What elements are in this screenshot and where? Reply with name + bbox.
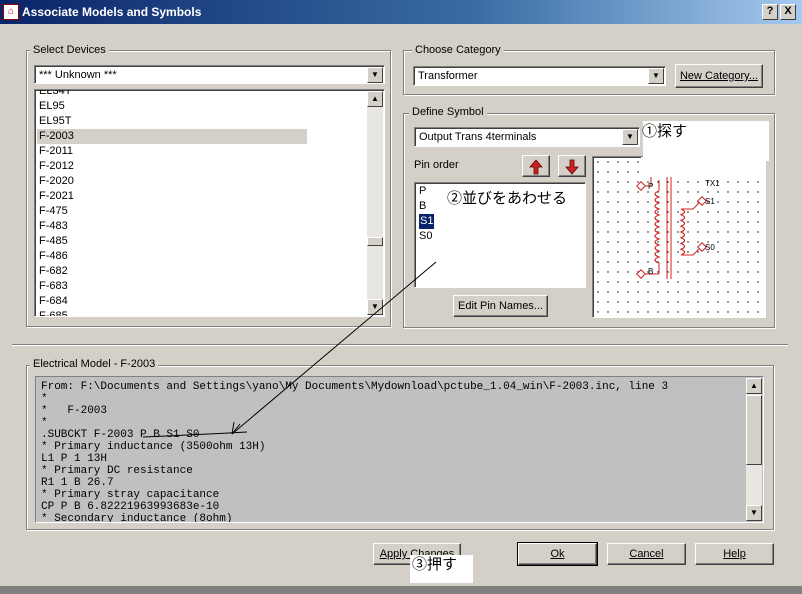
move-down-button[interactable]	[558, 155, 586, 177]
device-list-item[interactable]: F-485	[39, 234, 68, 249]
model-line: CP P B 6.82221963993683e-10	[41, 501, 220, 513]
edit-pin-names-label: Edit Pin Names...	[458, 300, 543, 312]
model-line: * Primary inductance (3500ohm 13H)	[41, 441, 266, 453]
device-list-item[interactable]: F-2011	[39, 144, 73, 159]
device-list-item[interactable]: F-685	[39, 309, 68, 316]
model-line: L1 P 1 13H	[41, 453, 108, 465]
help-title-button[interactable]: ?	[762, 4, 778, 20]
device-list-scrollbar[interactable]: ▲ ▼	[367, 91, 383, 315]
choose-category-label: Choose Category	[412, 44, 504, 57]
symbol-ref-label: TX1	[705, 179, 720, 188]
scroll-up-icon[interactable]: ▲	[746, 378, 762, 394]
symbol-preview: TX1 P B S1 S0	[592, 156, 766, 318]
device-list-item[interactable]: F-486	[39, 249, 68, 264]
model-text-area[interactable]: From: F:\Documents and Settings\yano\My …	[35, 376, 764, 523]
scroll-down-icon[interactable]: ▼	[367, 299, 383, 315]
model-line: From: F:\Documents and Settings\yano\My …	[41, 381, 669, 393]
device-list-item[interactable]: F-475	[39, 204, 68, 219]
app-icon: ⌂	[3, 4, 19, 20]
scroll-thumb[interactable]	[746, 395, 762, 465]
model-line: *	[41, 417, 48, 429]
arrow-up-icon	[529, 159, 543, 175]
edit-pin-names-button[interactable]: Edit Pin Names...	[453, 295, 548, 317]
new-category-button[interactable]: New Category...	[675, 64, 763, 88]
device-list-item[interactable]: EL34T	[39, 90, 71, 99]
model-line: * Primary DC resistance	[41, 465, 193, 477]
cancel-label: Cancel	[629, 548, 664, 560]
device-list-item[interactable]: F-683	[39, 279, 68, 294]
annotation-3: ③押す	[412, 556, 458, 573]
category-value: Transformer	[418, 70, 478, 82]
model-line: *	[41, 393, 48, 405]
chevron-down-icon[interactable]: ▼	[367, 67, 383, 83]
device-filter-combo[interactable]: *** Unknown *** ▼	[34, 65, 385, 84]
scroll-down-icon[interactable]: ▼	[746, 505, 762, 521]
device-list-item[interactable]: F-2003	[37, 129, 307, 144]
pin-list-item[interactable]: S0	[419, 229, 432, 244]
device-list-item[interactable]: EL95	[39, 99, 65, 114]
scroll-thumb[interactable]	[367, 237, 383, 246]
ok-label: Ok	[550, 548, 565, 560]
device-list-item[interactable]: F-2020	[39, 174, 74, 189]
move-up-button[interactable]	[522, 155, 550, 177]
chevron-down-icon[interactable]: ▼	[648, 68, 664, 84]
new-category-label: New Category...	[679, 70, 759, 82]
close-icon[interactable]: X	[780, 4, 796, 20]
define-symbol-label: Define Symbol	[409, 106, 487, 119]
device-list-item[interactable]: F-2012	[39, 159, 74, 174]
model-text: From: F:\Documents and Settings\yano\My …	[41, 381, 669, 523]
model-line: * Primary stray capacitance	[41, 489, 220, 501]
device-filter-value: *** Unknown ***	[39, 69, 117, 81]
help-button[interactable]: Help	[695, 543, 774, 565]
model-scrollbar[interactable]: ▲ ▼	[746, 378, 762, 521]
device-list-item[interactable]: F-483	[39, 219, 68, 234]
model-line: * Secondary inductance (8ohm)	[41, 513, 233, 523]
ok-button[interactable]: Ok	[517, 542, 598, 566]
symbol-combo[interactable]: Output Trans 4terminals ▼	[414, 127, 640, 147]
model-line: .SUBCKT F-2003 P B S1 S0	[41, 429, 200, 441]
help-label: Help	[723, 548, 746, 560]
device-list-item[interactable]: F-2021	[39, 189, 74, 204]
device-list-item[interactable]: F-684	[39, 294, 68, 309]
device-list[interactable]: EL34T EL95 EL95T F-2003 F-2011 F-2012 F-2020 F-…	[34, 89, 385, 317]
arrow-down-icon	[565, 159, 579, 175]
transformer-symbol-icon: TX1 P B S1 S0	[593, 157, 765, 317]
electrical-model-label: Electrical Model - F-2003	[30, 358, 159, 371]
window-title: Associate Models and Symbols	[22, 5, 202, 19]
annotation-2: ②並びをあわせる	[447, 189, 568, 209]
device-list-item[interactable]: F-682	[39, 264, 68, 279]
pin-list-item[interactable]: S1	[419, 214, 435, 229]
model-line: R1 1 B 26.7	[41, 477, 114, 489]
separator	[12, 344, 788, 346]
title-bar: ⌂ Associate Models and Symbols ? X	[0, 0, 802, 24]
pin-list-item[interactable]: P	[419, 184, 426, 199]
pin-list-item[interactable]: B	[419, 199, 426, 214]
status-strip	[0, 586, 802, 594]
symbol-pin-p: P	[648, 182, 653, 191]
symbol-pin-s1: S1	[705, 197, 715, 206]
symbol-value: Output Trans 4terminals	[419, 131, 537, 143]
chevron-down-icon[interactable]: ▼	[622, 129, 638, 145]
pin-order-label: Pin order	[414, 159, 459, 171]
cancel-button[interactable]: Cancel	[607, 543, 686, 565]
annotation-1: ①探す	[642, 123, 688, 140]
category-combo[interactable]: Transformer ▼	[413, 66, 666, 86]
symbol-pin-b: B	[648, 267, 653, 276]
device-list-item[interactable]: EL95T	[39, 114, 71, 129]
scroll-up-icon[interactable]: ▲	[367, 91, 383, 107]
select-devices-label: Select Devices	[30, 44, 109, 57]
symbol-pin-s0: S0	[705, 243, 715, 252]
model-line: * F-2003	[41, 405, 108, 417]
